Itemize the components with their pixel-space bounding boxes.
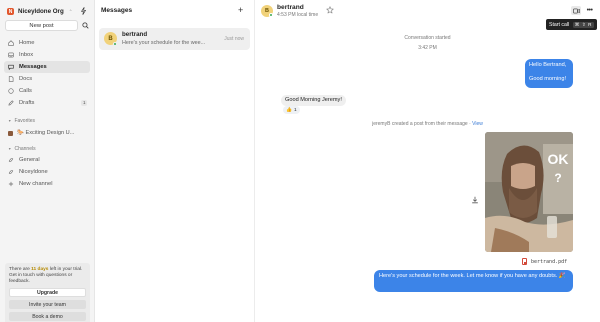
chat-pane: B bertrand 4:53 PM local time ••• Start … — [255, 0, 600, 322]
drafts-icon — [8, 100, 14, 106]
favorite-item[interactable]: 🐎 Exciting Design U... — [8, 128, 88, 138]
new-post-button[interactable]: New post — [5, 20, 78, 31]
book-demo-button[interactable]: Book a demo — [9, 312, 86, 321]
favorites-heading-label: Favorites — [14, 118, 36, 124]
org-name: Niceyldone Org — [18, 8, 64, 15]
trial-card: There are 11 days left in your trial. Ge… — [5, 263, 90, 322]
online-status-dot — [113, 42, 117, 46]
nav-item-inbox[interactable]: Inbox — [4, 49, 90, 61]
sidebar: N Niceyldone Org ⌃ New post Home Inbox M… — [0, 0, 95, 322]
home-icon — [8, 40, 14, 46]
channel-icon — [8, 169, 14, 175]
primary-nav: Home Inbox Messages Docs Calls Drafts 1 — [4, 37, 90, 109]
conversation-name: bertrand — [122, 31, 148, 38]
message-bubble-outgoing[interactable]: Hello Bertrand, Good morning! — [525, 59, 573, 88]
messages-list-panel: Messages + B bertrand Here's your schedu… — [95, 0, 255, 322]
conversation-started-label: Conversation started — [404, 35, 451, 41]
search-icon[interactable] — [81, 21, 90, 30]
calls-icon — [8, 88, 14, 94]
docs-icon — [8, 76, 14, 82]
chevron-updown-icon: ⌃ — [68, 8, 73, 14]
new-channel-button[interactable]: New channel — [4, 178, 90, 190]
nav-label: Messages — [19, 64, 47, 70]
org-logo: N — [7, 8, 14, 15]
reaction-badge[interactable]: 👍 1 — [283, 106, 300, 114]
video-camera-icon — [572, 8, 580, 13]
invite-team-button[interactable]: Invite your team — [9, 300, 86, 309]
channels-heading-label: Channels — [14, 146, 36, 152]
message-bubble-incoming[interactable]: Good Morning Jeremy! — [281, 95, 346, 106]
view-post-link[interactable]: View — [472, 121, 483, 127]
start-call-button[interactable] — [571, 6, 581, 15]
reaction-count: 1 — [293, 107, 297, 113]
nav-item-home[interactable]: Home — [4, 37, 90, 49]
tooltip-shortcut: ⌘ ⇧ R — [573, 21, 594, 28]
channel-list: General Niceyldone New channel — [4, 154, 90, 190]
image-caption-bottom: ? — [554, 171, 561, 185]
contact-name[interactable]: bertrand — [277, 4, 304, 11]
file-name: bertrand.pdf — [531, 258, 568, 265]
pdf-file-icon — [522, 258, 527, 265]
thumbs-up-icon: 👍 — [286, 107, 292, 113]
conversation-started-time: 3:42 PM — [418, 45, 437, 51]
online-status-dot — [269, 13, 273, 17]
favorite-label: 🐎 Exciting Design U... — [17, 130, 75, 136]
new-channel-label: New channel — [19, 181, 53, 187]
image-caption-top: OK — [548, 151, 569, 167]
conversation-preview: Here's your schedule for the wee... — [122, 40, 206, 46]
conversation-time: Just now — [224, 36, 244, 42]
channel-item-niceyldone[interactable]: Niceyldone — [4, 166, 90, 178]
favorites-heading[interactable]: ▼ Favorites — [8, 118, 35, 124]
bolt-icon[interactable] — [80, 7, 87, 15]
triangle-down-icon: ▼ — [8, 119, 12, 123]
more-options-icon[interactable]: ••• — [585, 6, 594, 15]
image-attachment[interactable]: OK ? — [485, 132, 573, 252]
channel-icon — [8, 157, 14, 163]
download-icon[interactable] — [471, 196, 479, 204]
trial-text: There are 11 days left in your trial. Ge… — [9, 267, 83, 284]
upgrade-button[interactable]: Upgrade — [9, 288, 86, 297]
nav-label: Calls — [19, 88, 32, 94]
plus-icon — [8, 181, 14, 187]
nav-item-docs[interactable]: Docs — [4, 73, 90, 85]
new-message-plus-icon[interactable]: + — [238, 6, 243, 15]
messages-icon — [8, 64, 14, 70]
post-notice-text: jeremyB created a post from their messag… — [372, 121, 473, 127]
favorite-thumbnail — [8, 130, 13, 136]
tooltip-label: Start call — [549, 21, 570, 28]
post-created-notice: jeremyB created a post from their messag… — [255, 121, 600, 127]
org-switcher[interactable]: N Niceyldone Org ⌃ — [7, 6, 73, 17]
message-text: Good morning! — [529, 75, 567, 82]
star-icon[interactable] — [326, 6, 334, 14]
contact-local-time: 4:53 PM local time — [277, 12, 319, 18]
channel-item-general[interactable]: General — [4, 154, 90, 166]
nav-item-messages[interactable]: Messages — [4, 61, 90, 73]
nav-item-drafts[interactable]: Drafts 1 — [4, 97, 90, 109]
message-text: Hello Bertrand, — [529, 62, 567, 68]
start-call-tooltip: Start call ⌘ ⇧ R — [546, 19, 597, 30]
channel-label: Niceyldone — [19, 169, 48, 175]
file-attachment[interactable]: bertrand.pdf — [522, 257, 567, 266]
drafts-count-badge: 1 — [81, 100, 87, 106]
inbox-icon — [8, 52, 14, 58]
nav-item-calls[interactable]: Calls — [4, 85, 90, 97]
nav-label: Inbox — [19, 52, 34, 58]
nav-label: Home — [19, 40, 35, 46]
conversation-item[interactable]: B bertrand Here's your schedule for the … — [99, 28, 250, 50]
trial-days: 11 days — [31, 267, 49, 272]
channels-heading[interactable]: ▼ Channels — [8, 146, 36, 152]
triangle-down-icon: ▼ — [8, 147, 12, 151]
message-bubble-outgoing[interactable]: Here's your schedule for the week. Let m… — [374, 270, 573, 292]
nav-label: Docs — [19, 76, 33, 82]
messages-title: Messages — [101, 7, 133, 14]
nav-label: Drafts — [19, 100, 35, 106]
channel-label: General — [19, 157, 40, 163]
